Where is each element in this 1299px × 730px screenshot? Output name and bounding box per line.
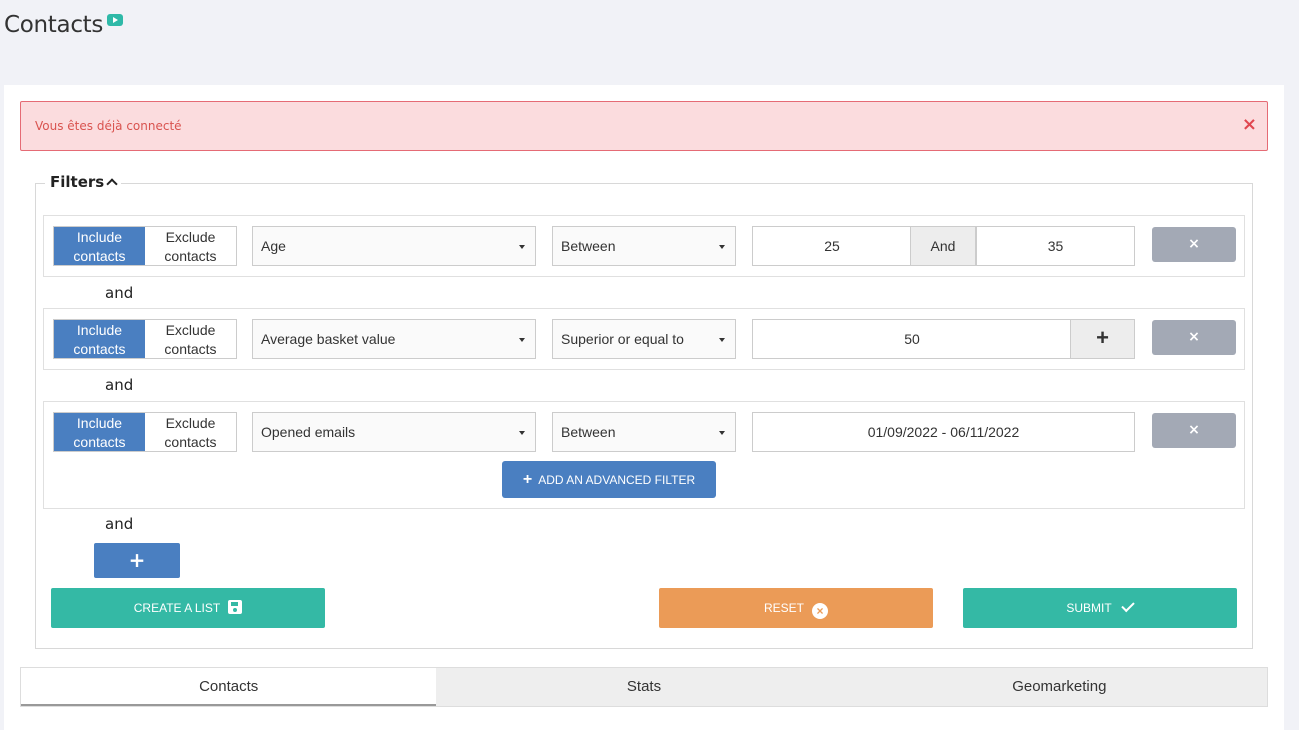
caret-down-icon — [519, 245, 525, 249]
and-addon: And — [910, 226, 976, 266]
alert-banner: Vous êtes déjà connecté × — [20, 101, 1268, 151]
delete-filter-button[interactable]: × — [1152, 320, 1236, 355]
value-from-input[interactable]: 25 — [752, 226, 912, 266]
field-select[interactable]: Opened emails — [252, 412, 536, 452]
video-play-icon[interactable] — [107, 14, 123, 26]
operator-select-value: Superior or equal to — [561, 331, 684, 347]
caret-down-icon — [719, 338, 725, 342]
caret-down-icon — [519, 338, 525, 342]
filters-legend: Filters — [50, 173, 105, 191]
include-contacts-button[interactable]: Include contacts — [54, 320, 145, 358]
close-icon: × — [1188, 236, 1200, 252]
submit-label: SUBMIT — [1066, 601, 1112, 615]
alert-text: Vous êtes déjà connecté — [35, 119, 182, 133]
field-select[interactable]: Average basket value — [252, 319, 536, 359]
caret-down-icon — [519, 431, 525, 435]
tab-contacts[interactable]: Contacts — [21, 668, 437, 706]
add-advanced-filter-button[interactable]: + ADD AN ADVANCED FILTER — [502, 461, 716, 498]
page-title: Contacts — [4, 12, 104, 38]
create-list-button[interactable]: CREATE A LIST — [51, 588, 325, 628]
filters-toggle[interactable]: Filters — [45, 173, 122, 191]
tab-stats[interactable]: Stats — [436, 668, 851, 706]
exclude-contacts-button[interactable]: Exclude contacts — [145, 320, 236, 358]
include-contacts-button[interactable]: Include contacts — [54, 413, 145, 451]
filter-row-1: Include contacts Exclude contacts Age Be… — [43, 215, 1245, 277]
tab-geomarketing[interactable]: Geomarketing — [852, 668, 1267, 706]
reset-button[interactable]: RESET × — [659, 588, 933, 628]
alert-close-icon[interactable]: × — [1242, 115, 1257, 135]
operator-select[interactable]: Superior or equal to — [552, 319, 736, 359]
caret-down-icon — [719, 431, 725, 435]
check-icon — [1120, 598, 1135, 613]
plus-icon: + — [128, 548, 146, 572]
delete-filter-button[interactable]: × — [1152, 413, 1236, 448]
include-contacts-button[interactable]: Include contacts — [54, 227, 145, 265]
include-exclude-toggle: Include contacts Exclude contacts — [53, 412, 237, 452]
value-input[interactable]: 50 — [752, 319, 1072, 359]
and-connector: and — [105, 284, 134, 302]
close-circle-icon: × — [812, 603, 828, 619]
field-select[interactable]: Age — [252, 226, 536, 266]
delete-filter-button[interactable]: × — [1152, 227, 1236, 262]
exclude-contacts-button[interactable]: Exclude contacts — [145, 413, 236, 451]
exclude-contacts-button[interactable]: Exclude contacts — [145, 227, 236, 265]
field-select-value: Average basket value — [261, 331, 396, 347]
operator-select[interactable]: Between — [552, 226, 736, 266]
caret-down-icon — [719, 245, 725, 249]
filter-row-2: Include contacts Exclude contacts Averag… — [43, 308, 1245, 370]
add-advanced-filter-label: ADD AN ADVANCED FILTER — [538, 473, 696, 487]
and-connector: and — [105, 515, 134, 533]
operator-select-value: Between — [561, 238, 616, 254]
operator-select[interactable]: Between — [552, 412, 736, 452]
close-icon: × — [1188, 329, 1200, 345]
add-filter-button[interactable]: + — [94, 543, 180, 578]
chevron-up-icon — [106, 178, 118, 190]
date-range-input[interactable]: 01/09/2022 - 06/11/2022 — [752, 412, 1135, 452]
create-list-label: CREATE A LIST — [133, 601, 221, 615]
tab-bar: Contacts Stats Geomarketing — [20, 667, 1268, 707]
close-icon: × — [1188, 422, 1200, 438]
save-icon — [228, 600, 243, 614]
value-to-input[interactable]: 35 — [976, 226, 1135, 266]
include-exclude-toggle: Include contacts Exclude contacts — [53, 319, 237, 359]
operator-select-value: Between — [561, 424, 616, 440]
plus-icon: + — [522, 471, 533, 488]
and-connector: and — [105, 376, 134, 394]
include-exclude-toggle: Include contacts Exclude contacts — [53, 226, 237, 266]
field-select-value: Opened emails — [261, 424, 356, 440]
submit-button[interactable]: SUBMIT — [963, 588, 1237, 628]
field-select-value: Age — [261, 238, 286, 254]
add-value-button[interactable]: + — [1070, 319, 1135, 359]
reset-label: RESET — [763, 601, 804, 615]
